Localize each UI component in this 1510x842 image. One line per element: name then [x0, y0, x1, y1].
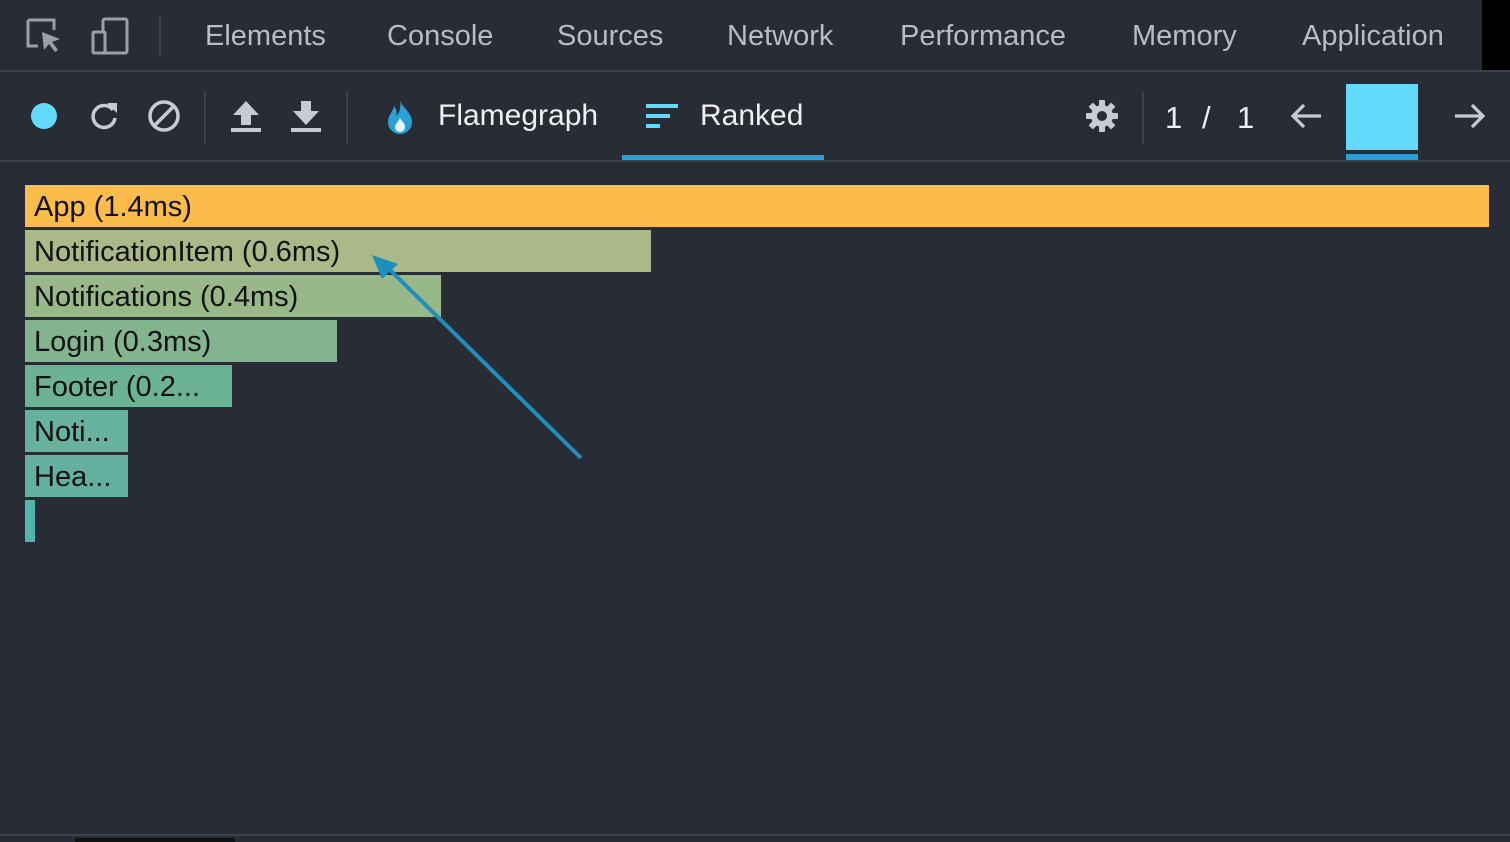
tab-overflow-edge	[1482, 0, 1510, 70]
commit-total: 1	[1237, 100, 1255, 135]
profiler-toolbar: Flamegraph Ranked 1 / 1	[0, 72, 1510, 162]
tab-console[interactable]: Console	[387, 0, 493, 70]
tab-ranked[interactable]: Ranked	[622, 72, 824, 160]
scroll-indicator	[75, 838, 235, 842]
toolbar-divider	[159, 16, 161, 56]
panel-bottom-border	[0, 834, 1510, 836]
reload-icon[interactable]	[84, 96, 124, 136]
tab-network[interactable]: Network	[727, 0, 833, 70]
toolbar-divider	[1142, 92, 1144, 144]
tab-elements[interactable]: Elements	[205, 0, 326, 70]
ranked-label: Ranked	[700, 99, 804, 132]
tab-flamegraph[interactable]: Flamegraph	[384, 72, 598, 160]
toolbar-divider	[346, 92, 348, 144]
tab-performance[interactable]: Performance	[900, 0, 1066, 70]
tab-memory[interactable]: Memory	[1132, 0, 1237, 70]
ranked-chart: App (1.4ms) NotificationItem (0.6ms) Notif…	[0, 162, 1510, 834]
arrow-left-icon[interactable]	[1286, 96, 1326, 136]
commit-separator: /	[1202, 100, 1211, 135]
clear-icon[interactable]	[144, 96, 184, 136]
ranked-bar[interactable]: Hea...	[25, 455, 128, 497]
inspect-element-icon[interactable]	[24, 16, 64, 56]
tab-sources[interactable]: Sources	[557, 0, 663, 70]
ranked-bar[interactable]: Footer (0.2...	[25, 365, 232, 407]
ranked-bar[interactable]: App (1.4ms)	[25, 185, 1489, 227]
ranked-bar[interactable]	[25, 500, 35, 542]
toolbar-divider	[204, 92, 206, 144]
ranked-bar[interactable]: Notifications (0.4ms)	[25, 275, 441, 317]
commit-index: 1	[1165, 100, 1183, 135]
save-profile-icon[interactable]	[286, 96, 326, 136]
ranked-icon	[646, 102, 678, 130]
record-icon[interactable]	[24, 96, 64, 136]
gear-icon[interactable]	[1082, 96, 1122, 136]
devtools-tab-bar: Elements Console Sources Network Perform…	[0, 0, 1510, 72]
flamegraph-label: Flamegraph	[438, 99, 599, 132]
commit-bar-selection-indicator	[1346, 154, 1418, 160]
ranked-bar[interactable]: NotificationItem (0.6ms)	[25, 230, 651, 272]
tab-application[interactable]: Application	[1302, 0, 1444, 70]
device-toolbar-icon[interactable]	[90, 16, 130, 56]
ranked-bar[interactable]: Noti...	[25, 410, 128, 452]
load-profile-icon[interactable]	[226, 96, 266, 136]
ranked-bar[interactable]: Login (0.3ms)	[25, 320, 337, 362]
arrow-right-icon[interactable]	[1450, 96, 1490, 136]
flame-icon	[384, 98, 416, 134]
commit-bar[interactable]	[1346, 84, 1418, 150]
